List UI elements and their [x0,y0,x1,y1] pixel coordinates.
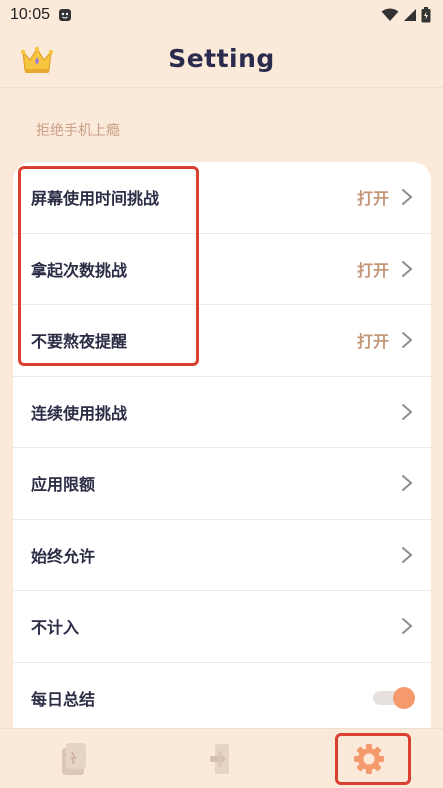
row-label: 应用限额 [31,475,96,495]
gear-icon [354,743,385,774]
app-notification-icon [59,9,72,21]
crown-icon[interactable] [20,44,54,76]
row-continuous-use-challenge[interactable]: 连续使用挑战 [13,377,431,448]
chevron-right-icon [402,475,413,492]
row-screen-time-challenge[interactable]: 屏幕使用时间挑战 打开 [13,162,431,234]
battery-icon [421,7,431,23]
row-daily-summary: 每日总结 [13,663,431,733]
row-app-limits[interactable]: 应用限额 [13,448,431,520]
row-not-counted[interactable]: 不计入 [13,591,431,663]
status-bar: 10:05 [0,0,443,30]
phone-icon [61,742,86,775]
row-right: 打开 [357,185,413,209]
status-left: 10:05 [10,6,72,24]
row-right [373,687,415,710]
chevron-right-icon [402,618,413,635]
section-label: 拒绝手机上瘾 [36,123,120,139]
chevron-right-icon [402,189,413,206]
row-label: 拿起次数挑战 [31,260,128,280]
row-always-allowed[interactable]: 始终允许 [13,520,431,591]
chevron-right-icon [402,332,413,349]
page-title: Setting [168,44,275,73]
nav-phone[interactable] [44,734,104,784]
chevron-right-icon [402,260,413,277]
row-label: 始终允许 [31,546,96,566]
row-label: 屏幕使用时间挑战 [31,189,160,209]
row-no-late-night-reminder[interactable]: 不要熬夜提醒 打开 [13,305,431,377]
row-right: 打开 [357,257,413,281]
daily-summary-toggle[interactable] [373,687,415,710]
row-pickup-challenge[interactable]: 拿起次数挑战 打开 [13,234,431,305]
row-right [401,546,413,564]
status-right [381,7,431,23]
row-right [401,403,413,421]
row-label: 不要熬夜提醒 [31,332,128,352]
settings-card: 屏幕使用时间挑战 打开 拿起次数挑战 打开 不要熬夜提醒 打开 连续使用挑战 应… [13,162,431,732]
toggle-knob [393,687,415,710]
row-value: 打开 [356,260,389,280]
row-label: 不计入 [31,618,80,638]
row-value: 打开 [356,332,389,352]
chevron-right-icon [402,403,413,420]
row-right [401,617,413,635]
status-time: 10:05 [10,6,51,23]
nav-exit[interactable] [191,734,251,784]
bottom-nav [0,728,443,788]
exit-door-icon [210,743,230,774]
row-value: 打开 [356,189,389,209]
signal-icon [404,9,416,21]
row-right [401,474,413,492]
nav-settings[interactable] [339,734,399,784]
wifi-icon [381,8,399,21]
row-label: 连续使用挑战 [31,403,128,423]
row-right: 打开 [357,328,413,352]
row-label: 每日总结 [31,690,96,710]
header: Setting [0,30,443,88]
chevron-right-icon [402,546,413,563]
